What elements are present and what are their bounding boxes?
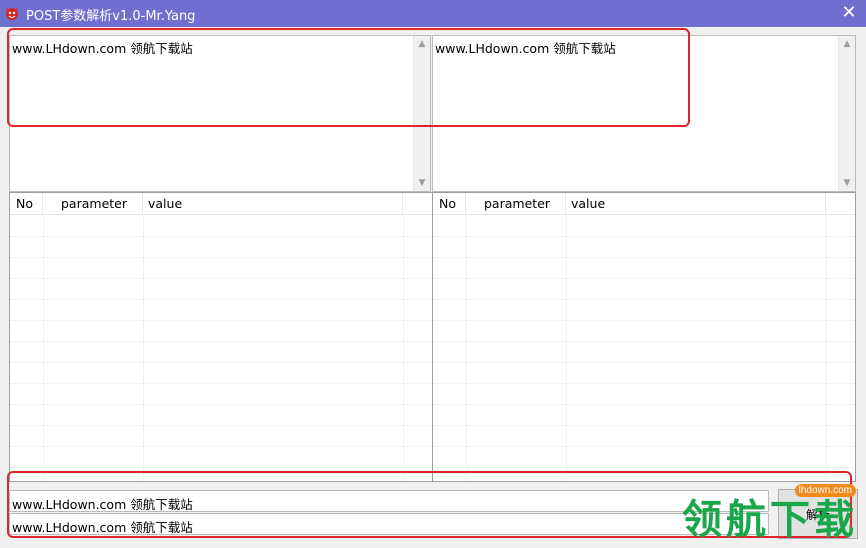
table-header: No parameter value [10, 193, 432, 215]
params-table-left[interactable]: No parameter value [9, 192, 433, 482]
result-line-1[interactable]: www.LHdown.com 领航下载站 [9, 490, 769, 512]
left-textarea-scrollbar[interactable]: ▲ ▼ [413, 36, 430, 191]
red-devil-icon [6, 7, 18, 20]
result-line-2[interactable]: www.LHdown.com 领航下载站 [9, 513, 769, 535]
chevron-down-icon[interactable]: ▼ [414, 175, 430, 191]
close-icon[interactable]: ✕ [838, 3, 860, 23]
right-textarea-scrollbar[interactable]: ▲ ▼ [838, 36, 855, 191]
column-value[interactable]: value [143, 193, 403, 215]
params-table-right[interactable]: No parameter value [432, 192, 856, 482]
post-input-left[interactable]: www.LHdown.com 领航下载站 ▲ ▼ [9, 35, 431, 192]
result-line-1-text: www.LHdown.com 领航下载站 [12, 497, 193, 512]
chevron-up-icon[interactable]: ▲ [414, 36, 430, 52]
column-no[interactable]: No [10, 193, 43, 215]
client-area: www.LHdown.com 领航下载站 ▲ ▼ www.LHdown.com … [0, 27, 866, 548]
table-grid [433, 215, 855, 481]
column-no[interactable]: No [433, 193, 466, 215]
table-header: No parameter value [433, 193, 855, 215]
post-input-left-text: www.LHdown.com 领航下载站 [12, 41, 193, 56]
column-parameter[interactable]: parameter [466, 193, 566, 215]
table-grid [10, 215, 432, 481]
title-bar: POST参数解析v1.0-Mr.Yang ✕ [0, 0, 866, 27]
parse-button[interactable]: 解析 [778, 489, 858, 539]
chevron-up-icon[interactable]: ▲ [839, 36, 855, 52]
window-title: POST参数解析v1.0-Mr.Yang [26, 9, 196, 24]
post-input-right-text: www.LHdown.com 领航下载站 [435, 41, 616, 56]
post-input-right[interactable]: www.LHdown.com 领航下载站 ▲ ▼ [432, 35, 856, 192]
chevron-down-icon[interactable]: ▼ [839, 175, 855, 191]
column-value[interactable]: value [566, 193, 826, 215]
column-parameter[interactable]: parameter [43, 193, 143, 215]
result-line-2-text: www.LHdown.com 领航下载站 [12, 520, 193, 535]
